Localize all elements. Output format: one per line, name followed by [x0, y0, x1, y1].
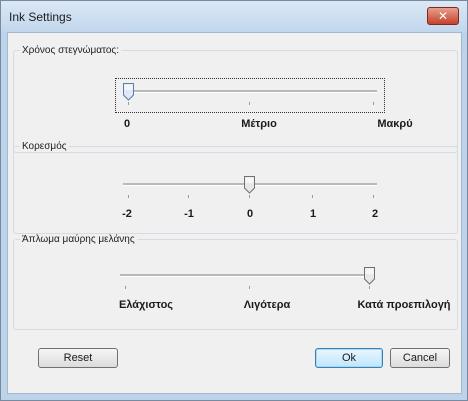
saturation-label: Κορεσμός: [20, 141, 69, 152]
drying-time-tick: [373, 102, 374, 105]
drying-time-slider-track[interactable]: [123, 90, 377, 93]
saturation-tick: [373, 195, 374, 198]
drying-time-tick-label: Μέτριο: [241, 118, 277, 130]
title-bar[interactable]: Ink Settings ✕: [1, 1, 467, 32]
saturation-tick-label: 0: [246, 208, 254, 220]
drying-time-tick-label: 0: [123, 118, 131, 130]
saturation-group: Κορεσμός -2 -1 0 1 2: [13, 141, 458, 234]
black-ink-spread-slider-thumb[interactable]: [364, 267, 375, 285]
cancel-button[interactable]: Cancel: [390, 348, 450, 368]
saturation-tick: [249, 195, 250, 198]
drying-time-tick-label: Μακρύ: [377, 118, 413, 130]
saturation-tick-label: 1: [309, 208, 317, 220]
drying-time-slider-thumb[interactable]: [123, 83, 134, 101]
window-title: Ink Settings: [9, 10, 72, 24]
drying-time-group: Χρόνος στεγνώματος: 0 Μέτριο Μακρύ: [13, 45, 458, 153]
black-ink-spread-tick-label: Λιγότερα: [243, 299, 291, 311]
saturation-tick-label: -1: [184, 208, 194, 220]
drying-time-focus-rect: [115, 78, 385, 113]
saturation-tick: [188, 195, 189, 198]
black-ink-spread-tick: [249, 286, 250, 289]
black-ink-spread-tick: [369, 286, 370, 289]
black-ink-spread-tick-label: Κατά προεπιλογή: [357, 299, 451, 311]
black-ink-spread-tick-label: Ελάχιστος: [118, 299, 174, 311]
drying-time-tick: [249, 102, 250, 105]
drying-time-label: Χρόνος στεγνώματος:: [20, 45, 121, 56]
close-icon: ✕: [437, 9, 449, 23]
reset-button[interactable]: Reset: [38, 348, 118, 368]
dialog-client-area: Χρόνος στεγνώματος: 0 Μέτριο Μακρύ Κορεσ…: [7, 32, 462, 394]
black-ink-spread-group: Άπλωμα μαύρης μελάνης Ελάχιστος Λιγότερα…: [13, 234, 458, 330]
black-ink-spread-slider-track[interactable]: [120, 274, 374, 277]
saturation-tick: [128, 195, 129, 198]
ok-button[interactable]: Ok: [315, 348, 383, 368]
saturation-slider-thumb[interactable]: [244, 176, 255, 194]
saturation-tick-label: 2: [371, 208, 379, 220]
saturation-tick: [312, 195, 313, 198]
drying-time-tick: [128, 102, 129, 105]
saturation-tick-label: -2: [122, 208, 132, 220]
close-button[interactable]: ✕: [427, 7, 459, 25]
black-ink-spread-tick: [125, 286, 126, 289]
ink-settings-window: Ink Settings ✕ Χρόνος στεγνώματος: 0 Μέτ…: [0, 0, 468, 401]
black-ink-spread-label: Άπλωμα μαύρης μελάνης: [20, 234, 137, 245]
